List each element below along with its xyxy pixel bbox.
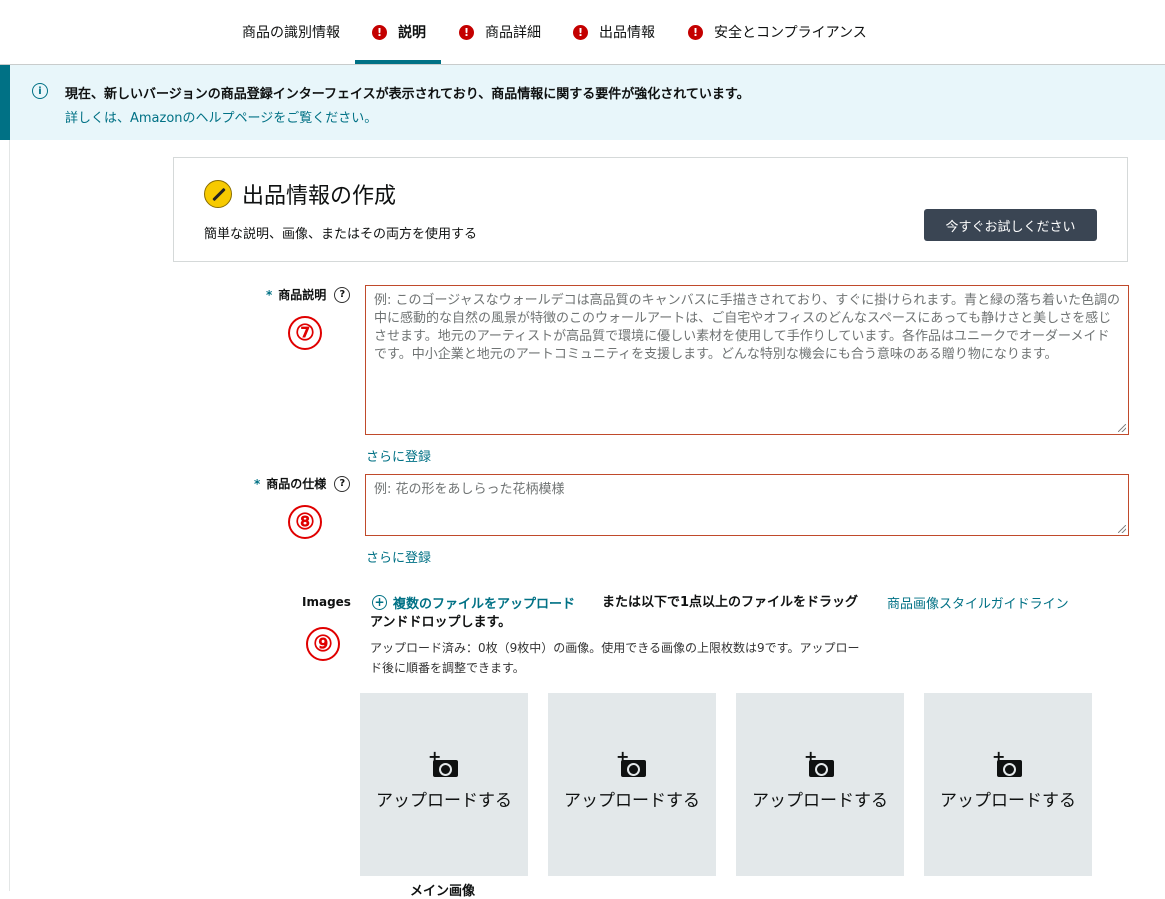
upload-slot-label: アップロードする (376, 791, 512, 811)
tab-product-details[interactable]: ! 商品詳細 (459, 0, 541, 64)
main-image-caption: メイン画像 (410, 884, 476, 899)
alert-icon: ! (688, 24, 703, 40)
banner-message: 現在、新しいバージョンの商品登録インターフェイスが表示されており、商品情報に関す… (65, 87, 750, 102)
card-title: 出品情報の作成 (242, 184, 397, 209)
tab-label: 出品情報 (599, 25, 655, 41)
help-icon[interactable]: ? (334, 286, 351, 303)
info-icon: i (32, 83, 48, 99)
create-listing-card: 出品情報の作成 簡単な説明、画像、またはその両方を使用する 今すぐお試しください (173, 157, 1128, 262)
tab-label: 商品の識別情報 (242, 25, 340, 41)
upload-multiple-label: 複数のファイルをアップロード (393, 597, 576, 612)
uploaded-count-note: アップロード済み：0枚（9枚中）の画像。使用できる画像の上限枚数は9です。アップ… (370, 641, 860, 675)
image-style-guide-link[interactable]: 商品画像スタイルガイドライン (887, 593, 1069, 612)
add-camera-icon: + (992, 749, 1022, 777)
description-label: * 商品説明 ? (266, 286, 351, 303)
image-upload-slot[interactable]: + アップロードする (548, 693, 716, 876)
specs-textarea[interactable]: 例: 花の形をあしらった花柄模様 (365, 474, 1129, 536)
label-text: 商品の仕様 (266, 477, 327, 491)
upload-multiple-files-link[interactable]: + 複数のファイルをアップロード (372, 593, 575, 612)
tab-offer[interactable]: ! 出品情報 (573, 0, 655, 64)
images-label: Images (302, 595, 351, 609)
required-mark: * (254, 476, 261, 491)
help-icon[interactable]: ? (334, 475, 351, 492)
upload-slot-label: アップロードする (940, 791, 1076, 811)
resize-grip-icon[interactable] (1118, 525, 1126, 533)
label-text: 商品説明 (278, 288, 327, 302)
image-upload-slot[interactable]: + アップロードする (736, 693, 904, 876)
required-mark: * (266, 287, 273, 302)
upload-slot-label: アップロードする (752, 791, 888, 811)
upload-slot-label: アップロードする (564, 791, 700, 811)
info-banner: i 現在、新しいバージョンの商品登録インターフェイスが表示されており、商品情報に… (0, 65, 1165, 140)
divider (9, 140, 10, 891)
try-now-button[interactable]: 今すぐお試しください (924, 209, 1097, 241)
add-camera-icon: + (428, 749, 458, 777)
active-tab-indicator (355, 60, 441, 64)
tab-label: 商品詳細 (485, 25, 541, 41)
card-subtitle: 簡単な説明、画像、またはその両方を使用する (204, 227, 478, 242)
tab-product-identity[interactable]: 商品の識別情報 (242, 0, 340, 64)
alert-icon: ! (459, 24, 474, 40)
alert-icon: ! (372, 24, 387, 40)
alert-icon: ! (573, 24, 588, 40)
description-placeholder: 例: このゴージャスなウォールデコは高品質のキャンバスに手描きされており、すぐに… (374, 293, 1121, 362)
specs-label: * 商品の仕様 ? (254, 475, 351, 492)
tab-label: 安全とコンプライアンス (714, 25, 867, 41)
add-camera-icon: + (616, 749, 646, 777)
help-page-link[interactable]: 詳しくは、Amazonのヘルプページをご覧ください。 (65, 107, 377, 126)
add-more-description-link[interactable]: さらに登録 (366, 446, 431, 465)
annotation-marker: ⑦ (288, 316, 322, 350)
description-textarea[interactable]: 例: このゴージャスなウォールデコは高品質のキャンバスに手描きされており、すぐに… (365, 285, 1129, 435)
image-upload-slot[interactable]: + アップロードする (360, 693, 528, 876)
resize-grip-icon[interactable] (1118, 424, 1126, 432)
image-upload-slot[interactable]: + アップロードする (924, 693, 1092, 876)
tab-description[interactable]: ! 説明 (372, 0, 426, 64)
annotation-marker: ⑧ (288, 505, 322, 539)
specs-placeholder: 例: 花の形をあしらった花柄模様 (374, 482, 565, 497)
annotation-marker: ⑨ (306, 627, 340, 661)
magic-wand-icon (204, 180, 232, 208)
tab-label: 説明 (398, 25, 426, 41)
add-more-specs-link[interactable]: さらに登録 (366, 547, 431, 566)
tab-safety-compliance[interactable]: ! 安全とコンプライアンス (688, 0, 867, 64)
tab-bar: 商品の識別情報 ! 説明 ! 商品詳細 ! 出品情報 ! 安全とコンプライアンス (0, 0, 1165, 65)
plus-circle-icon: + (372, 595, 387, 610)
add-camera-icon: + (804, 749, 834, 777)
